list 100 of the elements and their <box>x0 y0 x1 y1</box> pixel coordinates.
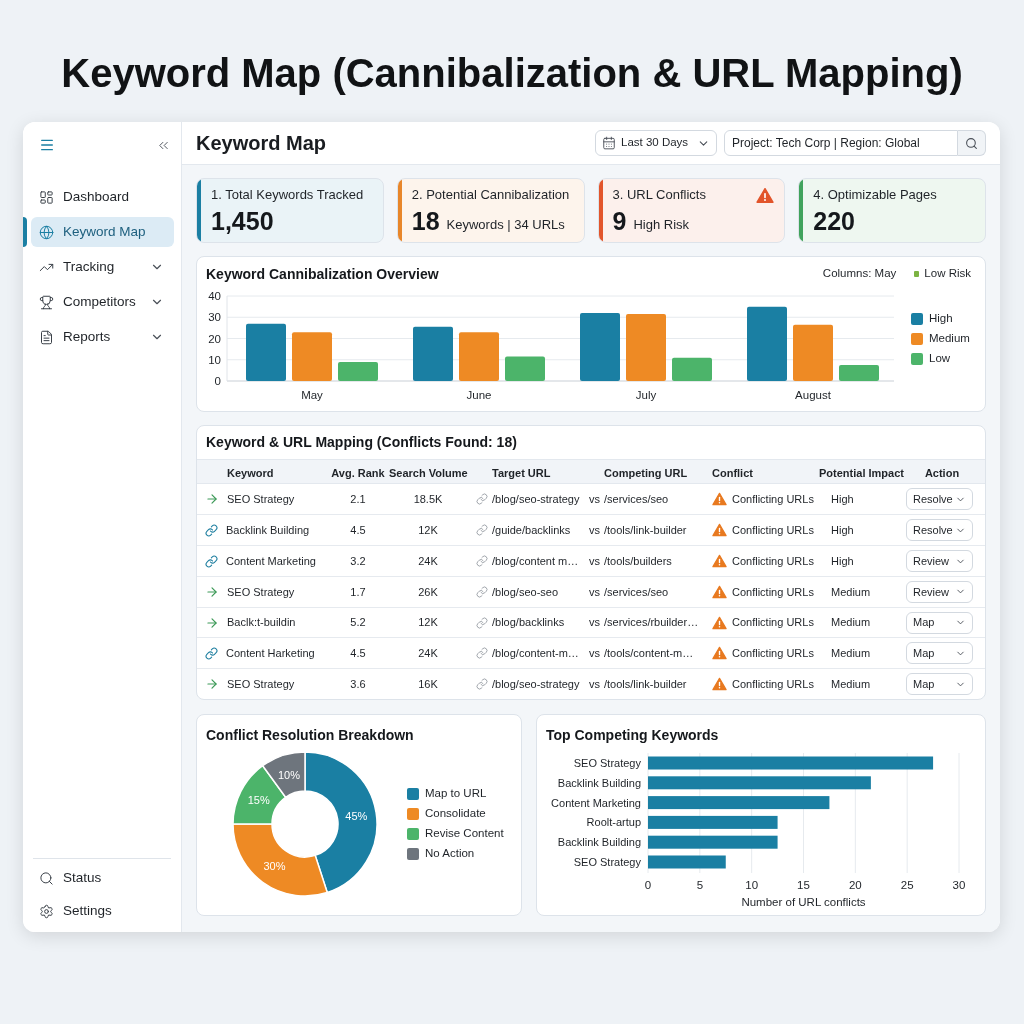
sidebar-item[interactable]: Reports <box>31 322 174 352</box>
table-cell-text: /blog/seo-strategy <box>492 676 580 692</box>
warning-icon <box>712 646 727 661</box>
axis-label: 5 <box>696 879 704 891</box>
chart-bar <box>672 357 712 381</box>
table-cell: Medium <box>831 647 871 660</box>
table-cell-text: /blog/seo-strategy <box>492 491 580 507</box>
chain-link-icon <box>476 585 488 598</box>
action-dropdown[interactable]: Resolve <box>906 519 973 542</box>
slice-label: 45% <box>345 809 368 822</box>
axis-label: Backlink Building <box>557 836 641 849</box>
table-cell: 3.2 <box>350 554 366 567</box>
kpi-label: 1. Total Keywords Tracked <box>211 187 364 203</box>
table-cell: /tools/content-m… <box>604 647 694 660</box>
chain-link-icon <box>476 493 488 506</box>
axis-label: 10 <box>208 353 221 366</box>
sidebar-item[interactable]: Dashboard <box>31 182 174 212</box>
column-header: Keyword <box>227 466 274 479</box>
sidebar-item[interactable]: Keyword Map <box>31 217 174 247</box>
layout-grid-icon <box>39 189 54 205</box>
chain-link-icon <box>205 646 218 660</box>
axis-label: June <box>466 389 492 401</box>
legend-label: Low <box>929 351 951 367</box>
warning-icon <box>712 677 727 692</box>
table-cell: 4.5 <box>350 524 366 537</box>
axis-label: 30 <box>952 879 966 891</box>
legend-label: Revise Content <box>425 826 504 842</box>
action-dropdown[interactable]: Resolve <box>906 488 973 511</box>
axis-label: 0 <box>214 375 221 387</box>
chart-bar <box>459 332 499 381</box>
column-header: Potential Impact <box>819 466 904 479</box>
table-cell-text: Conflicting URLs <box>732 491 814 507</box>
kpi-detail: High Risk <box>633 216 690 234</box>
search-icon <box>39 870 54 886</box>
axis-label: 15 <box>797 879 810 891</box>
chain-link-icon <box>476 678 488 691</box>
table-cell: Medium <box>831 616 871 629</box>
table-cell-text: Conflicting URLs <box>732 676 814 692</box>
legend-label: Medium <box>929 331 970 347</box>
legend-label: No Action <box>425 846 475 862</box>
legend-label: Map to URL <box>425 786 487 802</box>
warning-icon <box>712 615 727 630</box>
slice-label: 15% <box>247 794 270 807</box>
chain-link-icon <box>476 647 488 660</box>
chart-bar <box>292 332 332 381</box>
table-cell-text: Conflicting URLs <box>732 523 814 539</box>
table-cell: High <box>831 524 854 537</box>
table-cell-text: Content Marketing <box>226 553 316 569</box>
chart-bar <box>338 361 378 381</box>
table-cell: 24K <box>418 647 438 660</box>
table-cell: /tools/builders <box>604 554 672 567</box>
kpi-value: 18 <box>411 208 440 234</box>
chart-bar <box>246 323 286 381</box>
table-title: Keyword & URL Mapping (Conflicts Found: 18) <box>206 432 517 452</box>
chain-link-icon <box>476 555 488 568</box>
action-dropdown[interactable]: Map <box>906 673 973 696</box>
risk-label: Low Risk <box>924 266 971 282</box>
globe-icon <box>39 224 54 240</box>
action-dropdown[interactable]: Review <box>906 550 973 573</box>
table-cell: vs <box>589 616 600 629</box>
kpi-value: 9 <box>612 208 627 234</box>
column-header: Avg. Rank <box>331 466 385 479</box>
search-field[interactable]: Project: Tech Corp | Region: Global <box>724 130 958 156</box>
sidebar-item[interactable]: Status <box>31 863 174 893</box>
sidebar-item[interactable]: Tracking <box>31 252 174 282</box>
table-cell: High <box>831 554 854 567</box>
date-range-dropdown[interactable]: Last 30 Days <box>595 130 717 156</box>
table-cell: 2.1 <box>350 492 366 505</box>
table-cell-text: Conflicting URLs <box>732 646 814 662</box>
chain-link-icon <box>476 524 488 537</box>
calendar-icon <box>602 136 616 150</box>
kpi-label: 4. Optimizable Pages <box>813 187 937 203</box>
search-button[interactable] <box>958 130 986 156</box>
action-dropdown[interactable]: Review <box>906 580 973 603</box>
table-cell-text: /blog/content-m… <box>492 646 579 662</box>
action-dropdown[interactable]: Map <box>906 642 973 665</box>
table-cell: 26K <box>418 585 438 598</box>
table-cell-text: /guide/backlinks <box>492 523 571 539</box>
axis-label: 0 <box>644 879 652 891</box>
page-heading: Keyword Map <box>196 131 327 156</box>
search-icon <box>965 136 978 150</box>
axis-label: July <box>635 389 657 401</box>
table-cell-text: Conflicting URLs <box>732 553 814 569</box>
filter-label: Columns: May <box>822 266 897 282</box>
table-cell: 4.5 <box>350 647 366 660</box>
chart-title: Top Competing Keywords <box>546 727 719 743</box>
warning-icon <box>712 523 727 538</box>
sidebar-item[interactable]: Competitors <box>31 287 174 317</box>
table-cell: 12K <box>418 616 438 629</box>
kpi-label: 2. Potential Cannibalization <box>411 187 570 203</box>
column-header: Competing URL <box>604 466 688 479</box>
table-cell: High <box>831 492 854 505</box>
chart-bar <box>505 356 545 381</box>
sidebar-item[interactable]: Settings <box>31 896 174 926</box>
menu-icon[interactable] <box>39 137 55 153</box>
action-dropdown[interactable]: Map <box>906 611 973 634</box>
column-header: Conflict <box>712 466 753 479</box>
table-cell: vs <box>589 585 600 598</box>
chart-bar <box>580 313 620 381</box>
table-cell: 5.2 <box>350 616 366 629</box>
